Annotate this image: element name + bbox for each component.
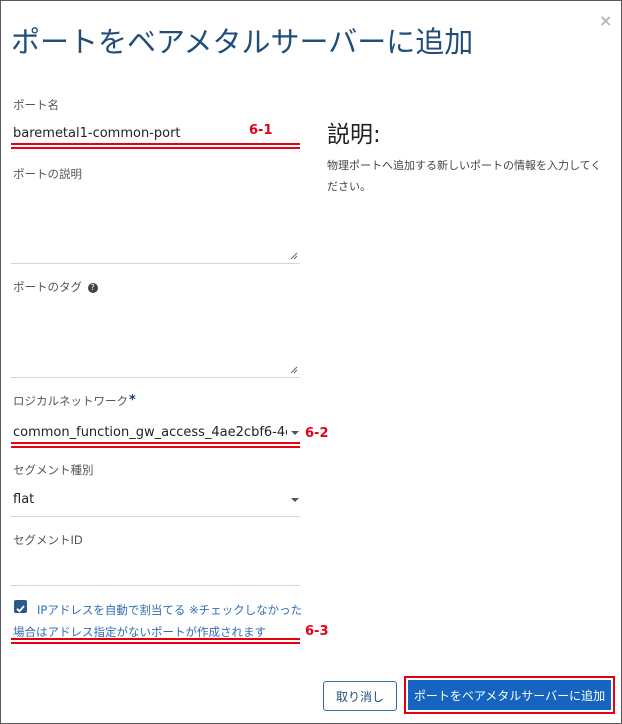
segment-id-label: セグメントID (13, 533, 83, 547)
port-description-label: ポートの説明 (13, 167, 82, 181)
annotation-6-3: 6-3 (305, 624, 329, 639)
port-tags-textarea[interactable] (11, 297, 300, 377)
help-icon[interactable]: ? (87, 282, 98, 293)
highlight-underline (11, 442, 300, 444)
chevron-down-icon[interactable] (291, 431, 299, 435)
required-mark: * (129, 393, 136, 408)
chevron-down-icon[interactable] (291, 498, 299, 502)
logical-network-label-text: ロジカルネットワーク (13, 394, 128, 408)
resize-grip-icon[interactable] (290, 252, 298, 260)
cancel-button[interactable]: 取り消し (323, 681, 397, 711)
logical-network-label: ロジカルネットワーク* (13, 393, 136, 409)
field-underline (11, 516, 300, 517)
resize-grip-icon[interactable] (290, 366, 298, 374)
port-description-textarea[interactable] (11, 183, 300, 263)
segment-id-input[interactable] (13, 561, 293, 579)
annotation-6-1: 6-1 (249, 123, 273, 138)
port-name-label: ポート名 (13, 98, 59, 112)
segment-type-select[interactable]: flat (13, 492, 34, 507)
dialog-title: ポートをベアメタルサーバーに追加 (11, 25, 474, 59)
annotation-6-2: 6-2 (305, 426, 329, 441)
port-name-input[interactable]: baremetal1-common-port (13, 126, 243, 141)
port-tags-label-text: ポートのタグ (13, 280, 82, 294)
logical-network-select[interactable]: common_function_gw_access_4ae2cbf6-4cf (13, 425, 287, 440)
field-underline (11, 377, 300, 378)
submit-button-highlight: ポートをベアメタルサーバーに追加 (404, 676, 615, 714)
dialog: ポートをベアメタルサーバーに追加 × ポート名 baremetal1-commo… (0, 0, 622, 724)
highlight-underline (11, 638, 300, 640)
add-port-button[interactable]: ポートをベアメタルサーバーに追加 (408, 680, 611, 710)
auto-ip-label-text: IPアドレスを自動で割当てる ※チェックしなかった場合はアドレス指定がないポート… (13, 603, 303, 639)
auto-ip-label[interactable]: IPアドレスを自動で割当てる ※チェックしなかった場合はアドレス指定がないポート… (13, 599, 303, 643)
field-underline (11, 263, 300, 264)
description-text: 物理ポートへ追加する新しいポートの情報を入力してください。 (327, 159, 602, 193)
highlight-underline (11, 642, 300, 644)
highlight-underline (11, 147, 300, 149)
description-heading: 説明: (327, 122, 381, 148)
field-underline (11, 585, 300, 586)
highlight-underline (11, 143, 300, 145)
highlight-underline (11, 446, 300, 448)
close-icon[interactable]: × (599, 11, 612, 30)
segment-type-label: セグメント種別 (13, 463, 94, 477)
port-tags-label: ポートのタグ ? (13, 279, 98, 295)
